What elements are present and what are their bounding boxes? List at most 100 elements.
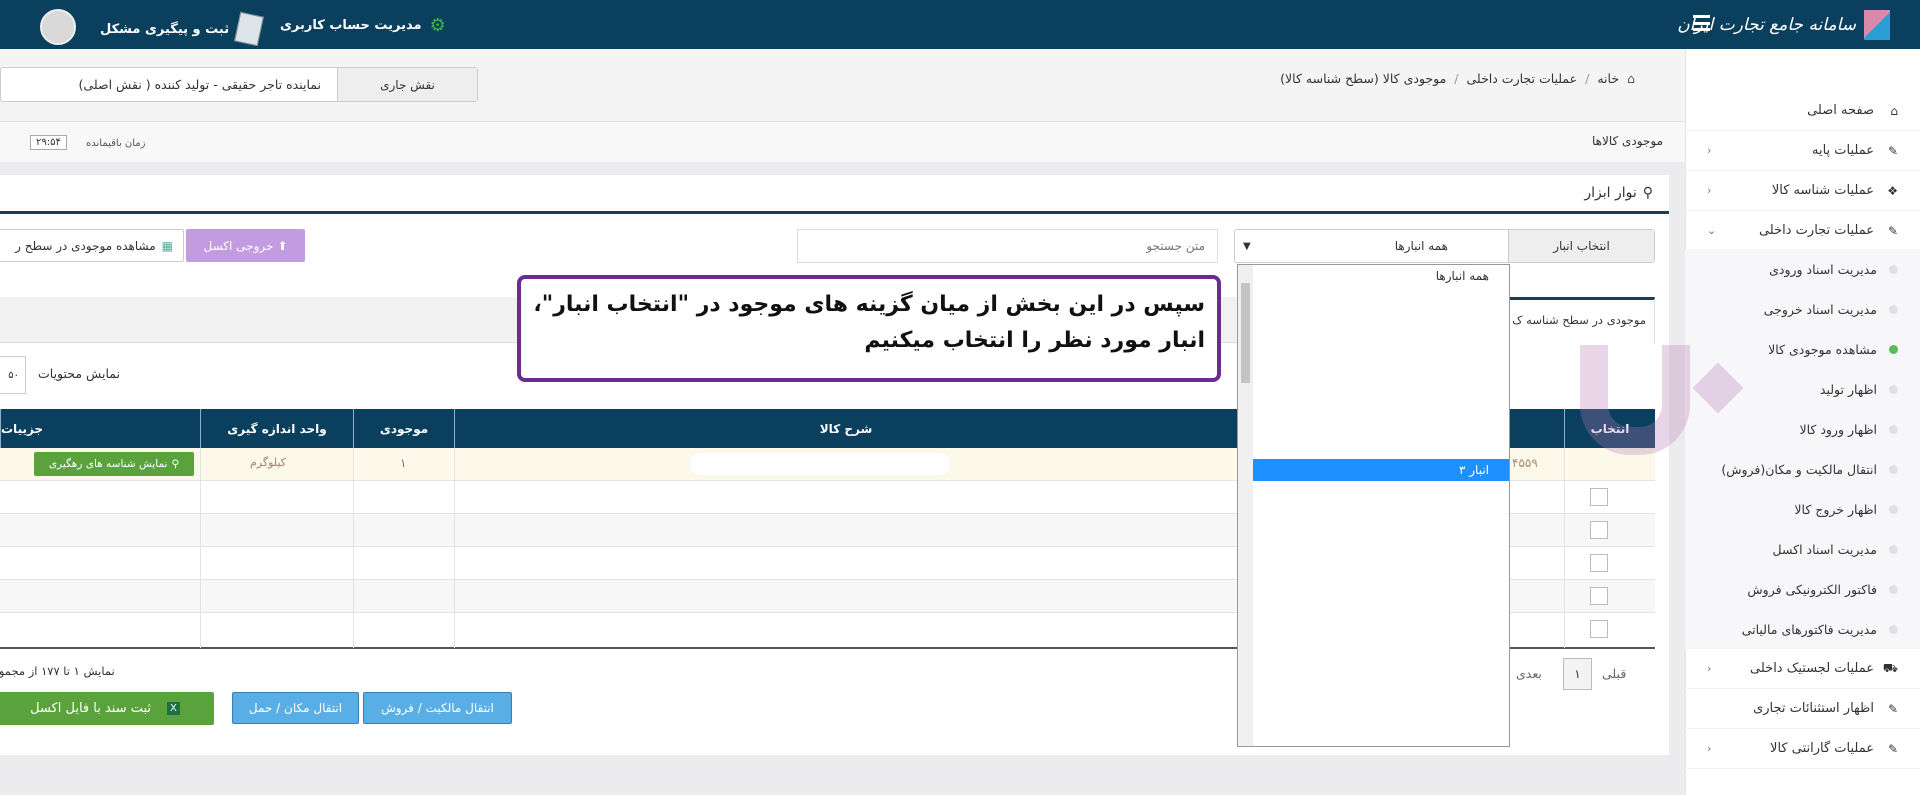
row-checkbox[interactable] <box>1590 587 1608 605</box>
sidebar-item-base-ops[interactable]: ✎ عملیات پایه ‹ <box>1685 131 1920 171</box>
sidebar-subitem[interactable]: مدیریت فاکتورهای مالیاتی <box>1685 609 1920 649</box>
ticket-link[interactable]: ثبت و پیگیری مشکل <box>100 11 264 47</box>
row-quantity: ۱ <box>400 456 407 470</box>
view-level-button[interactable]: ▦ مشاهده موجودی در سطح ر <box>0 229 184 262</box>
col-divider <box>1564 448 1565 648</box>
excel-submit-label: ثبت سند با فایل اکسل <box>30 701 152 716</box>
sidebar-subitem-active[interactable]: مشاهده موجودی کالا <box>1685 329 1920 369</box>
sidebar-item-warranty[interactable]: ✎ عملیات گارانتی کالا ‹ <box>1685 729 1920 769</box>
subitem-label: اظهار خروج کالا <box>1794 501 1877 517</box>
dropdown-option-selected[interactable]: انبار ۳ <box>1253 459 1509 481</box>
toolbar-header: ⚲ نوار ابزار <box>0 175 1669 214</box>
tab-inventory[interactable]: موجودی در سطح شناسه ک <box>1496 297 1655 344</box>
ticket-label: ثبت و پیگیری مشکل <box>100 21 230 37</box>
transfer-location-button[interactable]: انتقال مکان / حمل <box>232 692 359 724</box>
page-title: موجودی کالاها <box>1592 134 1663 148</box>
sidebar-subitem[interactable]: مدیریت اسناد خروجی <box>1685 289 1920 329</box>
edit-icon: ✎ <box>1887 741 1898 756</box>
breadcrumb-domestic[interactable]: عملیات تجارت داخلی <box>1467 71 1578 86</box>
row-checkbox[interactable] <box>1590 521 1608 539</box>
subitem-label: مشاهده موجودی کالا <box>1768 341 1877 357</box>
sidebar-item-exceptions[interactable]: ✎ اظهار استثنائات تجاری <box>1685 689 1920 729</box>
pagination-next[interactable]: بعدی <box>1516 666 1542 681</box>
excel-icon: X <box>167 702 180 715</box>
role-box[interactable]: نقش جاری نماینده تاجر حقیقی - تولید کنند… <box>0 67 478 102</box>
warehouse-label: انتخاب انبار <box>1508 230 1654 262</box>
role-value: نماینده تاجر حقیقی - تولید کننده ( نقش ا… <box>78 77 321 92</box>
col-details: جزییات <box>0 409 200 448</box>
subitem-label: فاکتور الکترونیکی فروش <box>1747 581 1877 597</box>
bullet-icon <box>1889 344 1898 354</box>
sidebar: ⌂ صفحه اصلی ✎ عملیات پایه ‹ ❖ عملیات شناسه ک… <box>1685 49 1920 795</box>
breadcrumb-home[interactable]: خانه <box>1597 71 1619 86</box>
sidebar-item-domestic-trade[interactable]: ✎ عملیات تجارت داخلی ⌄ <box>1685 211 1920 251</box>
breadcrumb-bar: ⌂ خانه / عملیات تجارت داخلی / موجودی کال… <box>0 49 1685 122</box>
sidebar-subitem[interactable]: مدیریت اسناد ورودی <box>1685 249 1920 289</box>
col-unit: واحد اندازه گیری <box>200 409 353 448</box>
dropdown-scrollbar[interactable] <box>1238 265 1253 746</box>
page-size-select[interactable]: ۵۰ <box>0 356 26 394</box>
col-divider <box>200 448 201 648</box>
table-icon: ▦ <box>161 238 173 253</box>
edit-icon: ✎ <box>1887 143 1898 158</box>
avatar[interactable] <box>40 9 76 45</box>
warehouse-dropdown-list[interactable]: همه انبارها انبار ۳ <box>1237 264 1510 747</box>
breadcrumb: ⌂ خانه / عملیات تجارت داخلی / موجودی کال… <box>1280 71 1635 86</box>
view-level-label: مشاهده موجودی در سطح ر <box>15 238 156 253</box>
sidebar-subitem[interactable]: فاکتور الکترونیکی فروش <box>1685 569 1920 609</box>
top-bar: سامانه جامع تجارت ایران ثبت و پیگیری مشک… <box>0 0 1920 49</box>
bullet-icon <box>1889 544 1898 554</box>
notepad-icon <box>234 11 264 47</box>
pagination-page-1[interactable]: ۱ <box>1563 658 1592 690</box>
home-icon: ⌂ <box>1890 103 1898 118</box>
sidebar-subitem[interactable]: مدیریت اسناد اکسل <box>1685 529 1920 569</box>
warehouse-select[interactable]: همه انبارها ▼ <box>1235 230 1508 262</box>
breadcrumb-current: موجودی کالا (سطح شناسه کالا) <box>1280 71 1447 86</box>
scrollbar-thumb[interactable] <box>1241 283 1250 383</box>
sidebar-subitem[interactable]: انتقال مالکیت و مکان(فروش) <box>1685 449 1920 489</box>
transfer-ownership-button[interactable]: انتقال مالکیت / فروش <box>363 692 512 724</box>
col-description: شرح کالا <box>454 409 1237 448</box>
bullet-icon <box>1889 624 1898 634</box>
chevron-left-icon: ‹ <box>1707 742 1712 755</box>
warehouse-select-value: همه انبارها <box>1394 239 1448 253</box>
sidebar-item-home[interactable]: ⌂ صفحه اصلی <box>1685 91 1920 131</box>
sidebar-item-label: عملیات گارانتی کالا <box>1770 741 1874 756</box>
search-input[interactable] <box>797 229 1218 263</box>
chevron-down-icon: ▼ <box>1243 240 1251 252</box>
subitem-label: اظهار ورود کالا <box>1799 421 1877 437</box>
sidebar-item-label: صفحه اصلی <box>1807 103 1874 118</box>
sidebar-subitem[interactable]: اظهار خروج کالا <box>1685 489 1920 529</box>
account-link[interactable]: ⚙ مدیریت حساب کاربری <box>280 15 446 36</box>
dropdown-option[interactable]: همه انبارها <box>1436 269 1489 283</box>
row-id: ۴۵۵۹ <box>1512 456 1538 470</box>
warehouse-select-group: انتخاب انبار همه انبارها ▼ <box>1234 229 1655 263</box>
logo-icon <box>1864 10 1890 40</box>
breadcrumb-sep: / <box>1585 71 1590 86</box>
col-quantity: موجودی <box>353 409 454 448</box>
excel-submit-button[interactable]: X ثبت سند با فایل اکسل <box>0 692 214 725</box>
sidebar-item-product-id[interactable]: ❖ عملیات شناسه کالا ‹ <box>1685 171 1920 211</box>
row-checkbox[interactable] <box>1590 620 1608 638</box>
col-divider <box>353 448 354 648</box>
home-icon: ⌂ <box>1627 71 1635 86</box>
row-checkbox[interactable] <box>1590 488 1608 506</box>
row-checkbox[interactable] <box>1590 554 1608 572</box>
upload-icon: ⬆ <box>277 238 288 253</box>
sidebar-item-label: عملیات لجستیک داخلی <box>1750 661 1874 676</box>
sidebar-item-logistics[interactable]: ⛟ عملیات لجستیک داخلی ‹ <box>1685 649 1920 689</box>
excel-export-button[interactable]: ⬆ خروجی اکسل <box>186 229 305 262</box>
subitem-label: انتقال مالکیت و مکان(فروش) <box>1721 461 1877 477</box>
edit-icon: ✎ <box>1887 701 1898 716</box>
excel-export-label: خروجی اکسل <box>203 238 274 253</box>
row-description-redacted <box>690 453 950 475</box>
show-tracking-ids-label: نمایش شناسه های رهگیری <box>48 458 168 470</box>
sidebar-item-label: اظهار استثنائات تجاری <box>1753 701 1874 716</box>
sidebar-subitem[interactable]: اظهار ورود کالا <box>1685 409 1920 449</box>
bullet-icon <box>1889 464 1898 474</box>
show-tracking-ids-button[interactable]: ⚲ نمایش شناسه های رهگیری <box>34 452 194 476</box>
hamburger-icon[interactable] <box>1693 15 1710 31</box>
pagination-prev[interactable]: قبلی <box>1602 666 1626 681</box>
bullet-icon <box>1889 504 1898 514</box>
bullet-icon <box>1889 584 1898 594</box>
